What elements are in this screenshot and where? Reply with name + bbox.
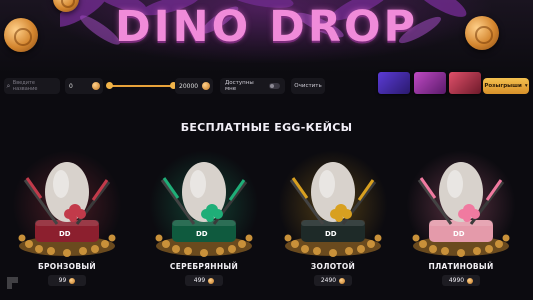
case-name: БРОНЗОВЫЙ (37, 262, 97, 271)
coin-icon (339, 277, 346, 284)
case-name: ПЛАТИНОВЫЙ (428, 262, 494, 271)
dino-drop-logo: DINO DROP (114, 2, 419, 52)
filter-bar: ⌕ Введите название 0 20000 Доступны мне … (0, 72, 533, 100)
case-price-value: 2490 (320, 277, 337, 284)
promo-card-3[interactable] (449, 72, 481, 94)
egg-case-image: DD (155, 162, 253, 257)
case-price-value: 499 (193, 277, 206, 284)
egg-case-image: DD (18, 162, 116, 257)
egg-case-card[interactable]: DD ПЛАТИНОВЫЙ 4990 (401, 150, 521, 300)
case-name: ЗОЛОТОЙ (310, 262, 356, 271)
clear-label: Очистить (294, 83, 322, 89)
slider-min-handle[interactable] (106, 82, 113, 89)
section-title: БЕСПЛАТНЫЕ EGG-КЕЙСЫ (180, 121, 353, 134)
coin-icon (202, 82, 210, 90)
min-price-input[interactable]: 0 (65, 78, 103, 94)
coin-decoration-left (4, 18, 38, 52)
hero-banner: DINO DROP (0, 0, 533, 74)
promo-card-2[interactable] (414, 72, 446, 94)
egg-case-image: DD (412, 162, 510, 257)
toggle-switch[interactable] (268, 83, 280, 89)
price-range-slider[interactable] (109, 85, 173, 87)
search-placeholder: Введите название (12, 80, 38, 92)
clear-button[interactable]: Очистить (291, 78, 325, 94)
coin-icon (467, 277, 474, 284)
min-price-value: 0 (69, 82, 73, 90)
svg-text:DD: DD (453, 230, 465, 238)
egg-case-card[interactable]: DD БРОНЗОВЫЙ 99 (7, 150, 127, 300)
egg-case-image: DD (284, 162, 382, 257)
egg-case-card[interactable]: DD ЗОЛОТОЙ 2490 (273, 150, 393, 300)
svg-text:DD: DD (196, 230, 208, 238)
max-price-input[interactable]: 20000 (175, 78, 213, 94)
coin-icon (92, 82, 100, 90)
chevron-down-icon: ▾ (524, 83, 528, 89)
case-price[interactable]: 2490 (314, 275, 352, 286)
available-label: Доступны мне (225, 80, 254, 92)
coin-icon (208, 277, 215, 284)
search-icon: ⌕ (6, 81, 11, 90)
giveaways-label: Розыгрыши (484, 83, 522, 89)
giveaways-button[interactable]: Розыгрыши ▾ (483, 78, 529, 94)
case-price[interactable]: 4990 (442, 275, 480, 286)
coin-icon (69, 277, 76, 284)
case-price[interactable]: 99 (48, 275, 86, 286)
site-logo-icon (4, 274, 22, 292)
search-input[interactable]: ⌕ Введите название (4, 78, 60, 94)
available-toggle[interactable]: Доступны мне (220, 78, 285, 94)
promo-card-1[interactable] (378, 72, 410, 94)
svg-text:DD: DD (325, 230, 337, 238)
case-name: СЕРЕБРЯННЫЙ (169, 262, 239, 271)
max-price-value: 20000 (179, 82, 199, 90)
case-price-value: 4990 (448, 277, 465, 284)
svg-text:DD: DD (59, 230, 71, 238)
coin-decoration-right (465, 16, 499, 50)
case-price-value: 99 (58, 277, 67, 284)
egg-case-card[interactable]: DD СЕРЕБРЯННЫЙ 499 (144, 150, 264, 300)
case-price[interactable]: 499 (185, 275, 223, 286)
